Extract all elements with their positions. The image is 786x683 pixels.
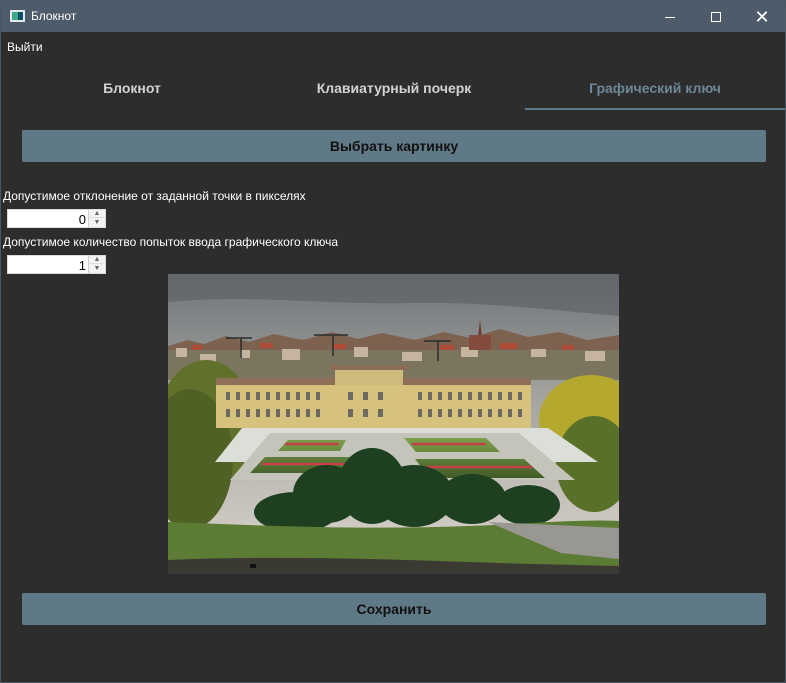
attempts-stepper[interactable]: 1 ▲ ▼	[7, 255, 106, 274]
attempts-label: Допустимое количество попыток ввода граф…	[3, 235, 339, 249]
tab-keyboard-handwriting[interactable]: Клавиатурный почерк	[263, 80, 525, 96]
active-tab-indicator	[525, 108, 785, 110]
palace-garden-image	[168, 274, 619, 574]
deviation-stepper[interactable]: 0 ▲ ▼	[7, 209, 106, 228]
close-icon: ✕	[754, 6, 770, 27]
notepad-app-icon	[10, 10, 25, 22]
attempts-stepper-buttons[interactable]: ▲ ▼	[88, 256, 105, 273]
increment-icon[interactable]: ▲	[89, 210, 105, 218]
maximize-icon	[711, 11, 721, 22]
deviation-stepper-buttons[interactable]: ▲ ▼	[88, 210, 105, 227]
choose-picture-button[interactable]: Выбрать картинку	[22, 130, 766, 162]
window-title: Блокнот	[31, 9, 77, 23]
minimize-button[interactable]	[647, 1, 693, 32]
save-button[interactable]: Сохранить	[22, 593, 766, 625]
decrement-icon[interactable]: ▼	[89, 218, 105, 226]
increment-icon[interactable]: ▲	[89, 256, 105, 264]
app-window: Блокнот ✕ Выйти Блокнот Клавиатурный поч…	[0, 0, 786, 683]
deviation-label: Допустимое отклонение от заданной точки …	[3, 189, 306, 203]
decrement-icon[interactable]: ▼	[89, 264, 105, 272]
tab-bar: Блокнот Клавиатурный почерк Графический …	[1, 68, 785, 111]
deviation-value[interactable]: 0	[79, 212, 86, 227]
tab-graphic-key[interactable]: Графический ключ	[525, 80, 785, 96]
title-bar: Блокнот ✕	[1, 1, 785, 32]
exit-menu-item[interactable]: Выйти	[7, 40, 43, 54]
maximize-button[interactable]	[693, 1, 739, 32]
close-button[interactable]: ✕	[739, 1, 785, 32]
minimize-icon	[665, 16, 675, 18]
palace-garden-photo[interactable]	[168, 274, 619, 574]
attempts-value[interactable]: 1	[79, 258, 86, 273]
tab-notepad[interactable]: Блокнот	[1, 80, 263, 96]
